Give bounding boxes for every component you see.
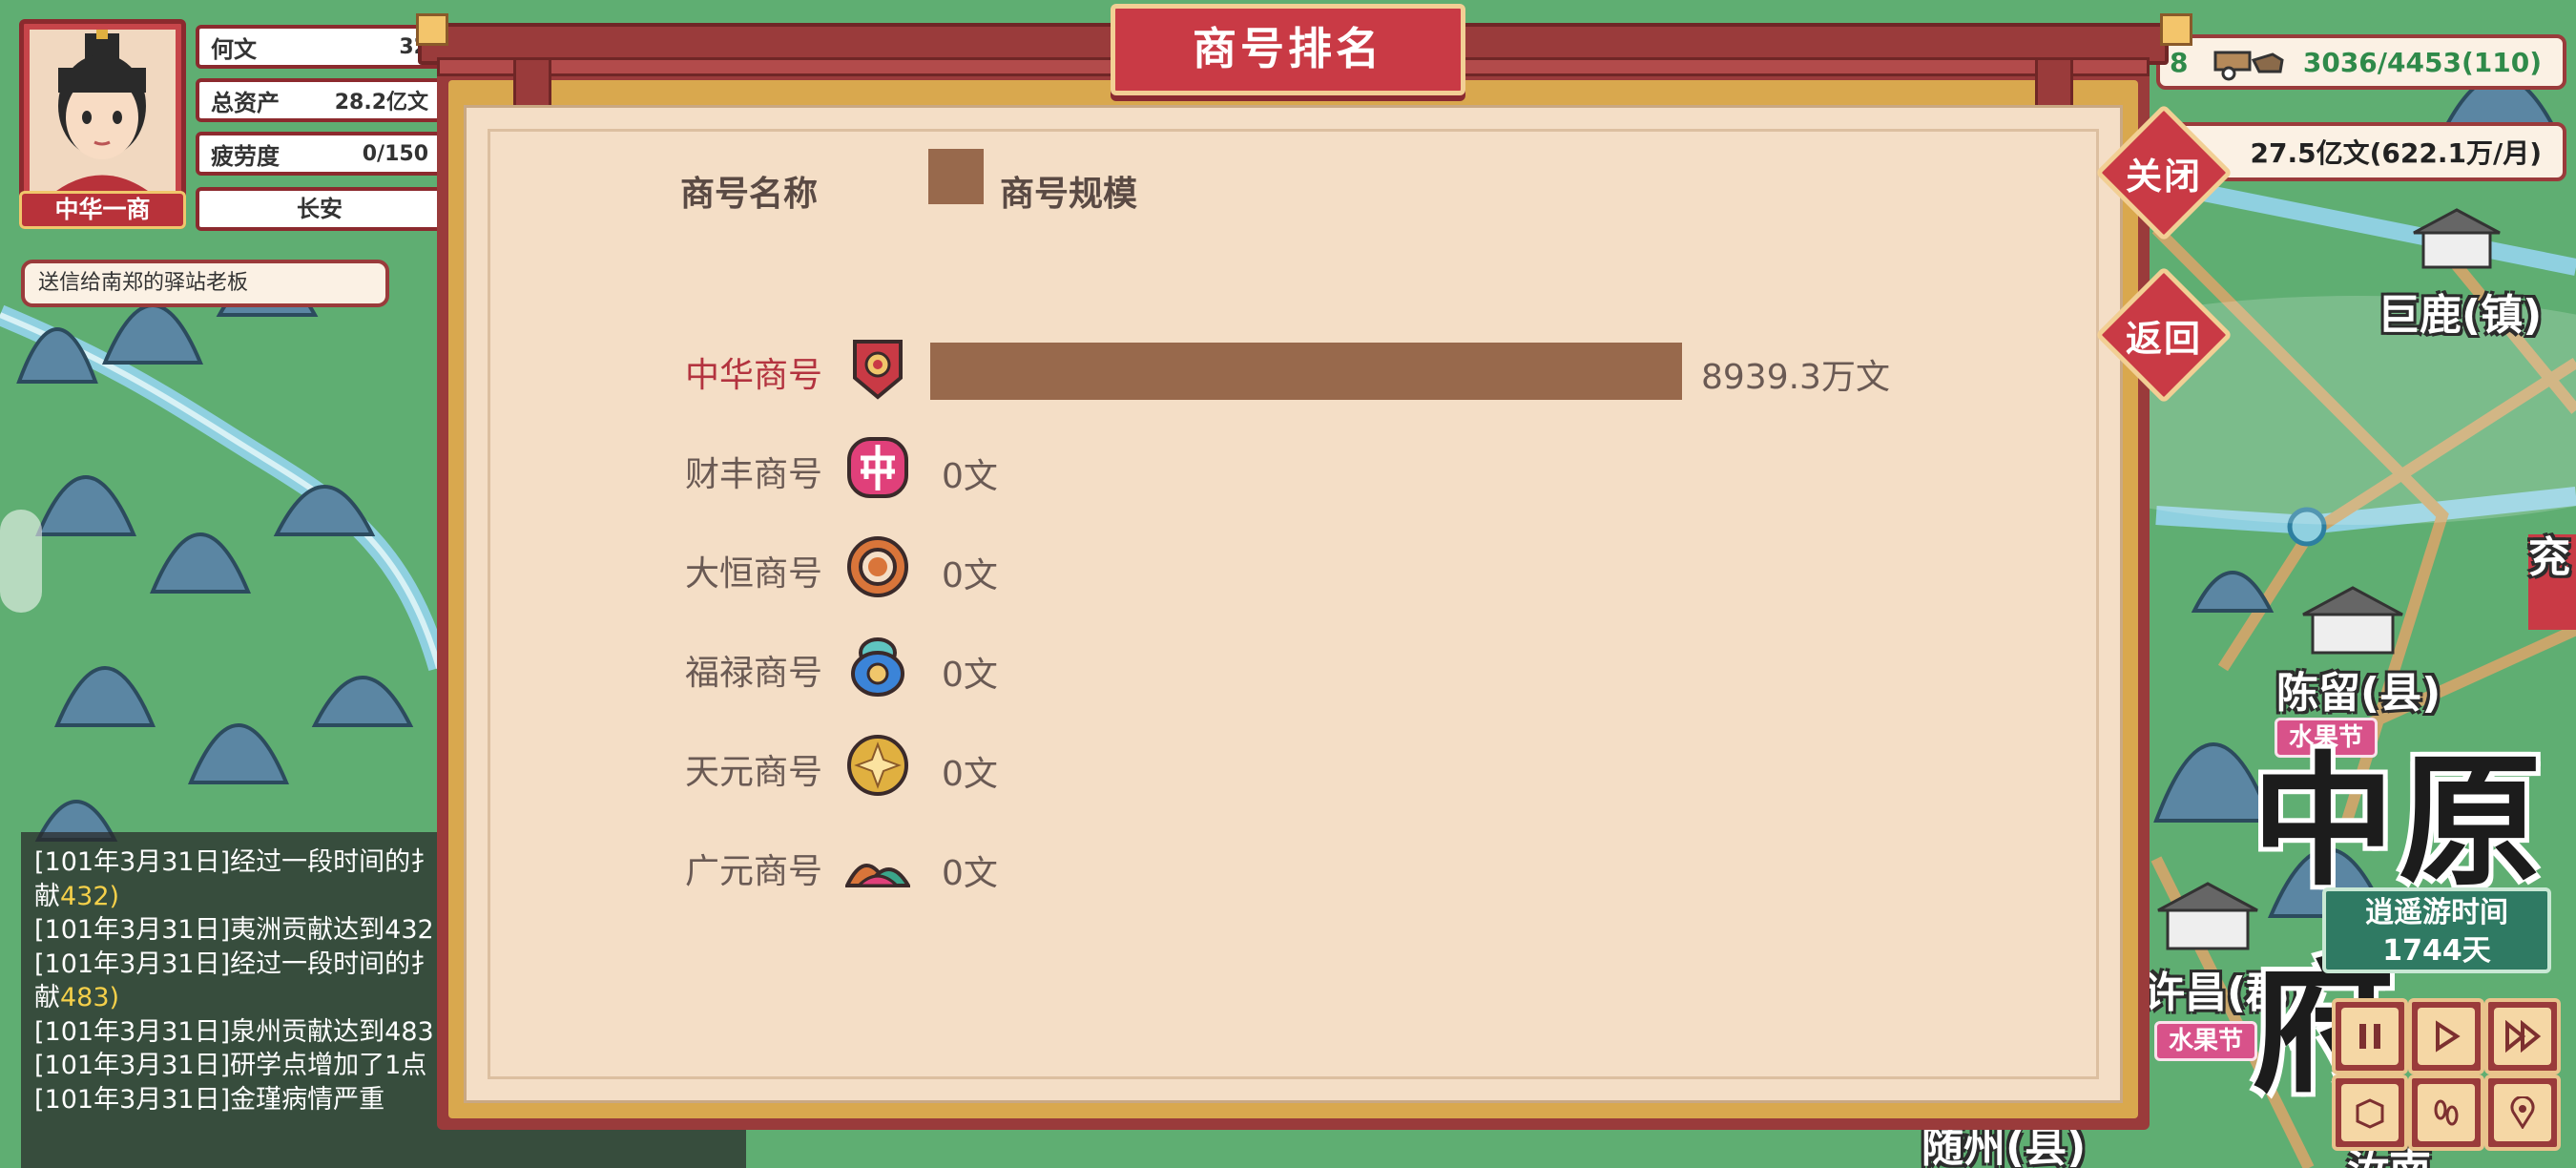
footprints-icon — [2418, 1084, 2475, 1141]
festival-badge: 水果节 — [2154, 1021, 2258, 1061]
ranking-row[interactable]: 大恒商号 0文 — [437, 527, 2059, 603]
dialog-beam-cap — [2160, 13, 2192, 46]
play-icon — [2418, 1008, 2475, 1065]
dialog-beam-cap — [416, 13, 448, 46]
travel-title: 逍遥游时间 — [2365, 896, 2508, 929]
hills-icon — [845, 864, 910, 887]
fast-forward-icon — [2494, 1008, 2551, 1065]
company-name: 天元商号 — [685, 753, 823, 792]
ranking-row[interactable]: 广元商号 0文 — [437, 824, 2059, 901]
gold-medallion-icon — [847, 735, 908, 796]
horse-cart-icon — [2213, 51, 2284, 81]
money-value: 27.5亿文(622.1万/月) — [2250, 137, 2542, 169]
fatigue-row: 疲劳度 0/150 — [196, 132, 444, 176]
legend-swatch — [928, 149, 984, 204]
dialog-title: 商号排名 — [1111, 4, 1465, 95]
city-yan[interactable]: 兖 — [2528, 523, 2570, 584]
player-name-row: 何文 32 — [196, 25, 444, 69]
ranking-row[interactable]: 福禄商号 0文 — [437, 626, 2059, 702]
quest-tracker[interactable]: 送信给南郑的驿站老板 — [21, 260, 389, 307]
travel-timer: 逍遥游时间 1744天 — [2322, 887, 2551, 973]
company-name: 广元商号 — [685, 852, 823, 891]
assets-label: 总资产 — [211, 89, 280, 116]
ranking-row[interactable]: 中华商号 8939.3万文 — [437, 328, 2059, 405]
assets-value: 28.2亿文 — [334, 91, 428, 115]
bar-value-label: 0文 — [942, 755, 998, 794]
blue-gourd-icon — [851, 637, 904, 697]
company-name: 财丰商号 — [685, 455, 823, 494]
capacity-prefix: 8 — [2170, 46, 2189, 78]
dialog-inner-border — [488, 129, 2099, 1079]
bar-value-label: 8939.3万文 — [1701, 358, 1890, 397]
header-name-label: 商号名称 — [680, 175, 819, 214]
bar-value-label: 0文 — [942, 556, 998, 595]
cargo-capacity[interactable]: 8 3036/4453(110) — [2156, 34, 2566, 90]
pause-icon — [2341, 1008, 2399, 1065]
cube-map-icon — [2341, 1084, 2399, 1141]
company-name: 中华商号 — [685, 356, 823, 395]
player-title-badge: 中华一商 — [19, 191, 186, 229]
player-name: 何文 — [211, 35, 257, 63]
banner-crest-icon — [853, 340, 903, 400]
bar — [930, 343, 1682, 400]
cai-coin-icon — [847, 437, 908, 498]
header-scale-label: 商号规模 — [1000, 175, 1138, 214]
play-button[interactable] — [2408, 998, 2484, 1074]
company-name: 大恒商号 — [685, 554, 823, 594]
ranking-row[interactable]: 天元商号 0文 — [437, 725, 2059, 802]
bar-value-label: 0文 — [942, 854, 998, 893]
ranking-dialog: 商号排名 商号名称 商号规模 中华商号 8939.3万文 财丰商号 0文 大恒商… — [416, 4, 2192, 1130]
fast-forward-button[interactable] — [2484, 998, 2561, 1074]
location-pin-button[interactable] — [2484, 1074, 2561, 1151]
avatar-face-icon — [49, 30, 156, 197]
close-button-label[interactable]: 关闭 — [2097, 147, 2231, 199]
fatigue-label: 疲劳度 — [211, 142, 280, 170]
footprints-button[interactable] — [2408, 1074, 2484, 1151]
bar-value-label: 0文 — [942, 457, 998, 496]
avatar — [30, 30, 176, 197]
location-pin-icon — [2494, 1084, 2551, 1141]
map-toggle-button[interactable] — [2332, 1074, 2408, 1151]
ring-coin-icon — [847, 536, 908, 597]
bar-value-label: 0文 — [942, 656, 998, 695]
back-button-label[interactable]: 返回 — [2097, 309, 2231, 362]
dialog-body — [464, 105, 2123, 1103]
pause-button[interactable] — [2332, 998, 2408, 1074]
ranking-row[interactable]: 财丰商号 0文 — [437, 428, 2059, 504]
assets-row: 总资产 28.2亿文 — [196, 78, 444, 122]
company-name: 福禄商号 — [685, 654, 823, 693]
fatigue-value: 0/150 — [362, 141, 428, 166]
capacity-value: 3036/4453(110) — [2302, 46, 2542, 78]
current-location[interactable]: 长安 — [196, 187, 444, 231]
city-julu[interactable]: 巨鹿(镇) — [2378, 281, 2542, 342]
travel-days: 1744天 — [2382, 934, 2491, 968]
